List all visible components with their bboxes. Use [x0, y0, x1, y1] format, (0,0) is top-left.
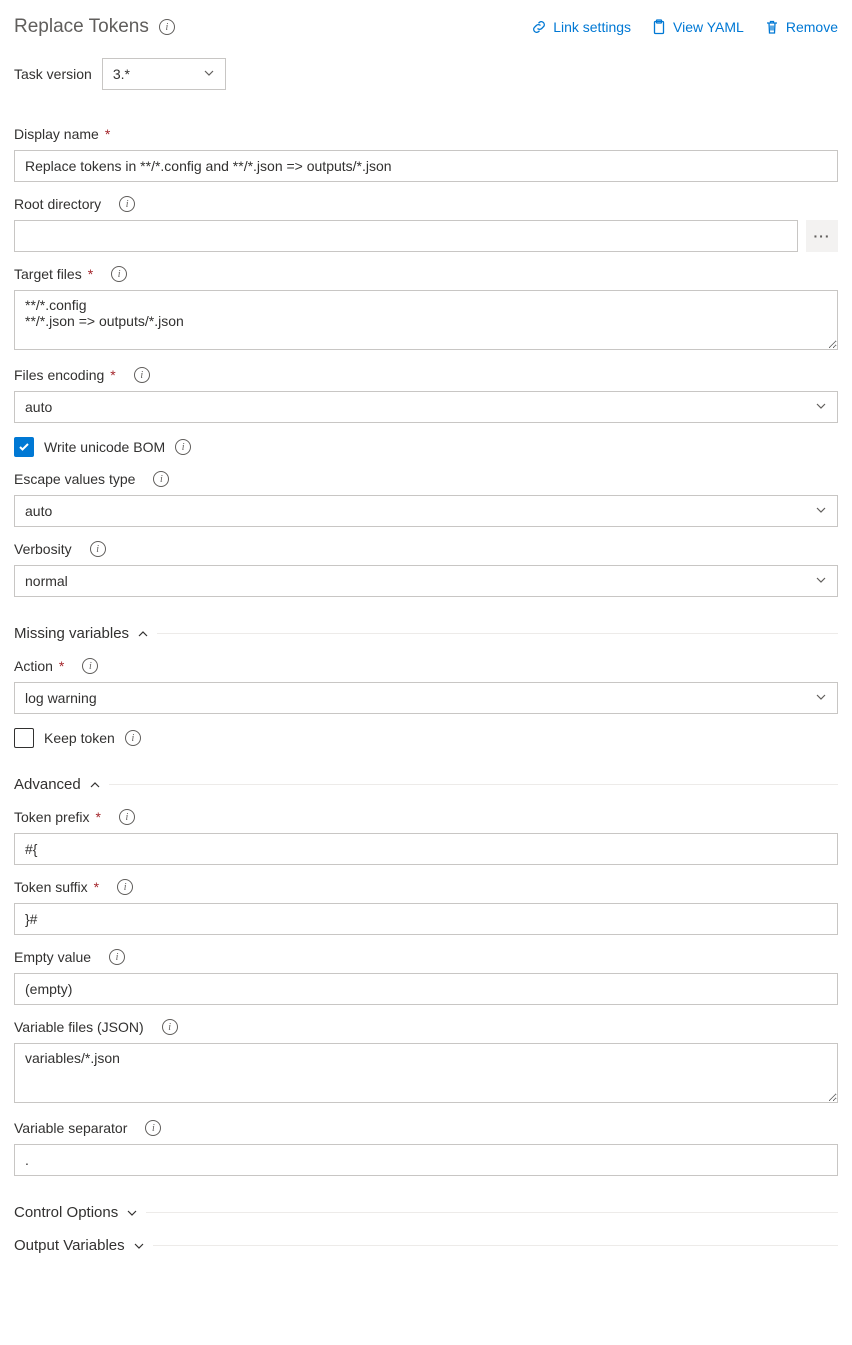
verbosity-label: Verbosity	[14, 541, 72, 557]
section-advanced-label: Advanced	[14, 776, 81, 793]
verbosity-value: normal	[25, 573, 68, 589]
chevron-up-icon	[137, 628, 149, 640]
write-bom-label: Write unicode BOM	[44, 439, 165, 455]
display-name-input[interactable]	[14, 150, 838, 182]
token-suffix-input[interactable]	[14, 903, 838, 935]
action-info-icon[interactable]: i	[82, 658, 98, 674]
token-prefix-input[interactable]	[14, 833, 838, 865]
chevron-up-icon	[89, 779, 101, 791]
section-output-variables-label: Output Variables	[14, 1237, 125, 1254]
section-output-variables[interactable]: Output Variables	[14, 1237, 838, 1254]
variable-files-label: Variable files (JSON)	[14, 1019, 144, 1035]
root-directory-label: Root directory	[14, 196, 101, 212]
variable-separator-input[interactable]	[14, 1144, 838, 1176]
task-version-value: 3.*	[113, 66, 130, 82]
remove-button[interactable]: Remove	[764, 19, 838, 35]
divider	[109, 784, 838, 785]
required-marker: *	[110, 367, 115, 383]
write-bom-checkbox[interactable]	[14, 437, 34, 457]
required-marker: *	[94, 879, 99, 895]
chevron-down-icon	[815, 503, 827, 519]
keep-token-checkbox[interactable]	[14, 728, 34, 748]
files-encoding-label: Files encoding	[14, 367, 104, 383]
empty-value-label: Empty value	[14, 949, 91, 965]
required-marker: *	[105, 126, 110, 142]
link-icon	[531, 19, 547, 35]
task-version-label: Task version	[14, 66, 92, 82]
chevron-down-icon	[133, 1240, 145, 1252]
files-encoding-select[interactable]: auto	[14, 391, 838, 423]
keep-token-info-icon[interactable]: i	[125, 730, 141, 746]
target-files-info-icon[interactable]: i	[111, 266, 127, 282]
empty-value-info-icon[interactable]: i	[109, 949, 125, 965]
escape-values-label: Escape values type	[14, 471, 135, 487]
display-name-label: Display name	[14, 126, 99, 142]
required-marker: *	[59, 658, 64, 674]
required-marker: *	[88, 266, 93, 282]
variable-separator-label: Variable separator	[14, 1120, 127, 1136]
chevron-down-icon	[815, 399, 827, 415]
variable-files-input[interactable]: variables/*.json	[14, 1043, 838, 1103]
keep-token-label: Keep token	[44, 730, 115, 746]
clipboard-icon	[651, 19, 667, 35]
root-directory-input[interactable]	[14, 220, 798, 252]
divider	[157, 633, 838, 634]
divider	[153, 1245, 838, 1246]
verbosity-select[interactable]: normal	[14, 565, 838, 597]
chevron-down-icon	[203, 66, 215, 82]
section-control-options[interactable]: Control Options	[14, 1204, 838, 1221]
escape-values-info-icon[interactable]: i	[153, 471, 169, 487]
variable-separator-info-icon[interactable]: i	[145, 1120, 161, 1136]
remove-label: Remove	[786, 19, 838, 35]
variable-files-info-icon[interactable]: i	[162, 1019, 178, 1035]
token-suffix-info-icon[interactable]: i	[117, 879, 133, 895]
link-settings-label: Link settings	[553, 19, 631, 35]
escape-values-select[interactable]: auto	[14, 495, 838, 527]
required-marker: *	[95, 809, 100, 825]
chevron-down-icon	[815, 690, 827, 706]
trash-icon	[764, 19, 780, 35]
divider	[146, 1212, 838, 1213]
chevron-down-icon	[815, 573, 827, 589]
token-suffix-label: Token suffix	[14, 879, 88, 895]
target-files-label: Target files	[14, 266, 82, 282]
chevron-down-icon	[126, 1207, 138, 1219]
section-control-options-label: Control Options	[14, 1204, 118, 1221]
files-encoding-value: auto	[25, 399, 52, 415]
action-label: Action	[14, 658, 53, 674]
root-directory-info-icon[interactable]: i	[119, 196, 135, 212]
token-prefix-label: Token prefix	[14, 809, 89, 825]
action-value: log warning	[25, 690, 97, 706]
link-settings-button[interactable]: Link settings	[531, 19, 631, 35]
view-yaml-button[interactable]: View YAML	[651, 19, 744, 35]
escape-values-value: auto	[25, 503, 52, 519]
section-advanced[interactable]: Advanced	[14, 776, 838, 793]
action-select[interactable]: log warning	[14, 682, 838, 714]
token-prefix-info-icon[interactable]: i	[119, 809, 135, 825]
page-title: Replace Tokens	[14, 16, 149, 38]
write-bom-info-icon[interactable]: i	[175, 439, 191, 455]
view-yaml-label: View YAML	[673, 19, 744, 35]
files-encoding-info-icon[interactable]: i	[134, 367, 150, 383]
title-info-icon[interactable]: i	[159, 19, 175, 35]
verbosity-info-icon[interactable]: i	[90, 541, 106, 557]
empty-value-input[interactable]	[14, 973, 838, 1005]
root-directory-browse-button[interactable]: ···	[806, 220, 838, 252]
section-missing-variables-label: Missing variables	[14, 625, 129, 642]
task-version-select[interactable]: 3.*	[102, 58, 226, 90]
target-files-input[interactable]: **/*.config **/*.json => outputs/*.json	[14, 290, 838, 350]
section-missing-variables[interactable]: Missing variables	[14, 625, 838, 642]
